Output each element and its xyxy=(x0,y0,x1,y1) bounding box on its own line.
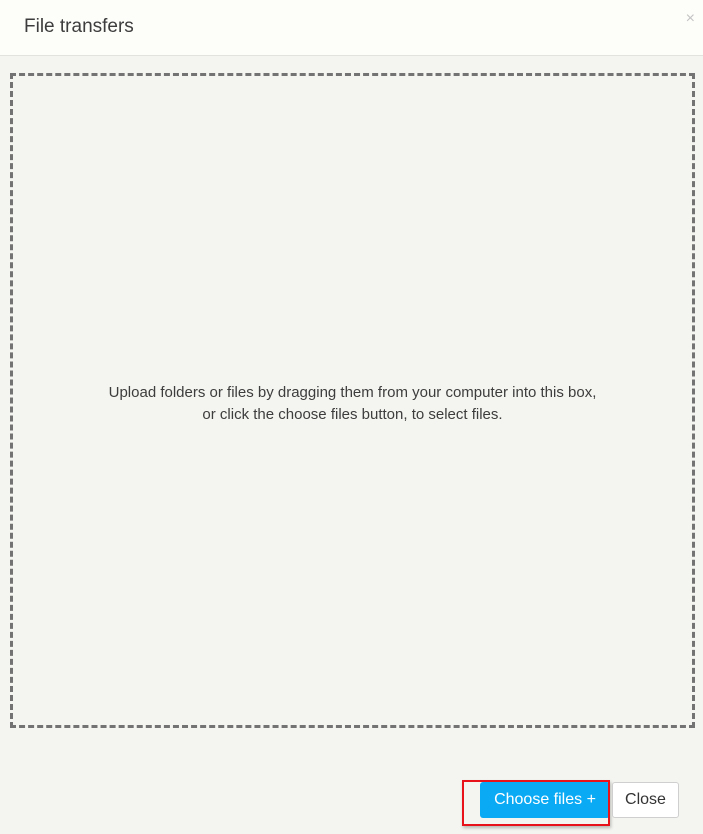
dialog-title: File transfers xyxy=(24,16,134,37)
choose-files-button[interactable]: Choose files + xyxy=(480,782,610,818)
file-dropzone[interactable]: Upload folders or files by dragging them… xyxy=(10,73,695,728)
dropzone-text-line-2: or click the choose files button, to sel… xyxy=(202,406,503,423)
close-icon[interactable]: × xyxy=(686,11,695,27)
dropzone-text-line-1: Upload folders or files by dragging them… xyxy=(108,384,597,401)
dropzone-instructions: Upload folders or files by dragging them… xyxy=(13,382,692,426)
close-button[interactable]: Close xyxy=(612,782,679,818)
dialog-header: File transfers × xyxy=(0,0,703,56)
